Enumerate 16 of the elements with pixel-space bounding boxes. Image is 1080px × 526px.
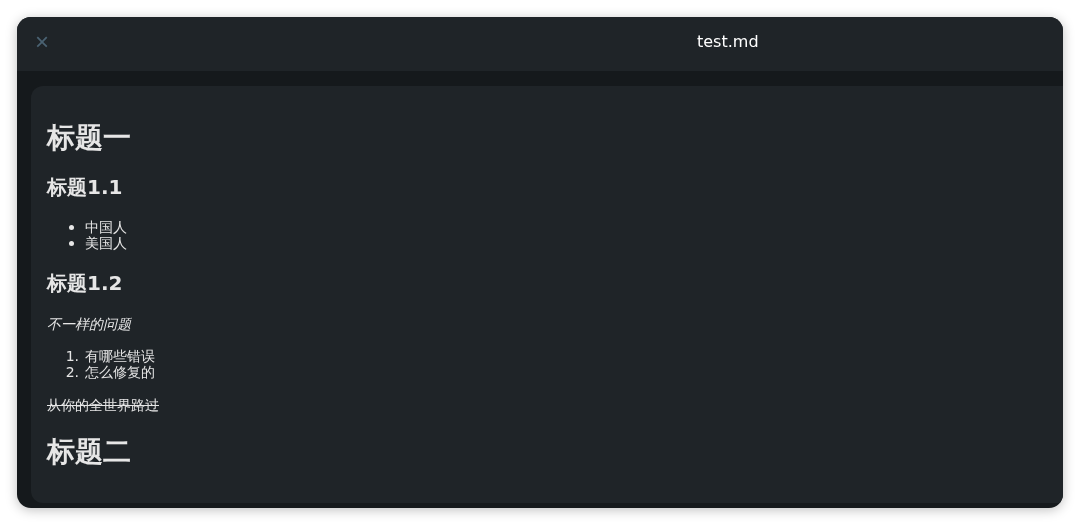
list-number: 2. <box>64 364 80 380</box>
close-button[interactable]: × <box>31 31 53 53</box>
paragraph: 从你的全世界路过 <box>47 396 159 414</box>
list-item: 中国人 <box>85 219 127 235</box>
list-number: 1. <box>64 348 80 364</box>
heading: 标题二 <box>47 435 131 469</box>
bullet-icon <box>69 224 74 230</box>
list-item: 美国人 <box>85 235 127 251</box>
subheading: 标题1.2 <box>47 270 123 296</box>
list-item: 有哪些错误 <box>85 348 155 364</box>
heading: 标题一 <box>47 121 131 155</box>
bullet-icon <box>69 240 74 246</box>
paragraph: 不一样的问题 <box>47 315 131 333</box>
list-item: 怎么修复的 <box>85 364 155 380</box>
subheading: 标题1.1 <box>47 174 123 200</box>
window-title: test.md <box>697 31 759 53</box>
